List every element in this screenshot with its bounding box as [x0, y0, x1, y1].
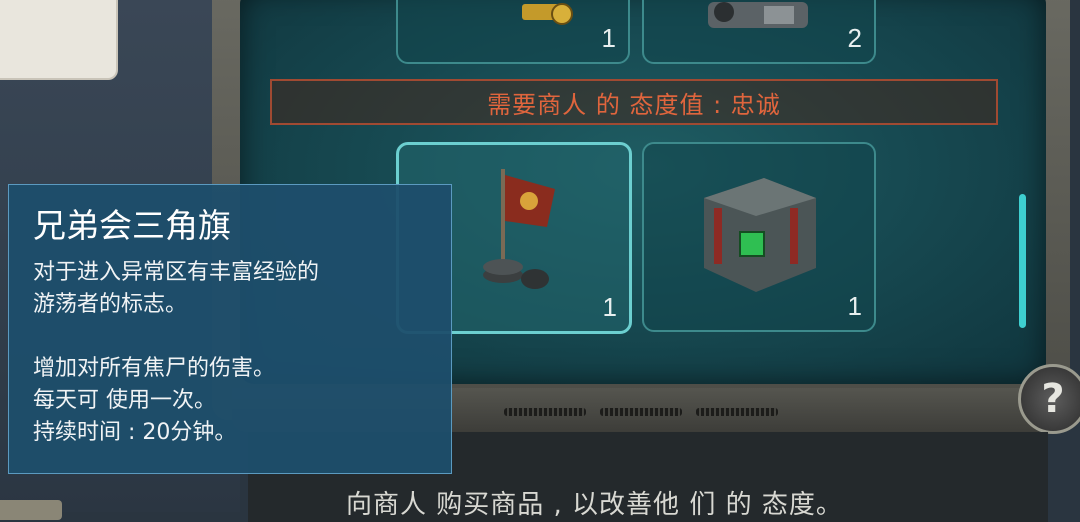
scrollbar[interactable]	[1019, 194, 1026, 328]
item-slot[interactable]: 2	[642, 0, 876, 64]
item-count: 1	[602, 292, 617, 322]
item-slot[interactable]: 1	[642, 142, 876, 332]
tooltip-usage: 每天可 使用一次。	[33, 388, 216, 413]
tooltip-description: 对于进入异常区有丰富经验的	[33, 260, 320, 285]
key-icon	[522, 3, 573, 25]
vent-grille	[504, 408, 586, 416]
tooltip-effect: 增加对所有焦尸的伤害。	[33, 356, 276, 381]
item-tooltip: 兄弟会三角旗 对于进入异常区有丰富经验的 游荡者的标志。 增加对所有焦尸的伤害。…	[8, 184, 452, 474]
left-tab[interactable]	[0, 500, 62, 520]
crate-icon	[704, 178, 816, 292]
tooltip-duration: 持续时间 : 20分钟。	[33, 420, 237, 445]
question-mark-icon: ?	[1041, 376, 1065, 422]
item-count: 2	[847, 23, 862, 53]
mechanism-icon	[708, 2, 808, 28]
item-count: 1	[847, 291, 862, 321]
footer-hint: 向商人 购买商品 , 以改善他 们 的 态度。	[346, 490, 843, 520]
vent-grille	[600, 408, 682, 416]
item-slot[interactable]: 1	[396, 0, 630, 64]
tooltip-description: 游荡者的标志。	[33, 292, 188, 317]
vent-grille	[696, 408, 778, 416]
flag-icon	[483, 169, 555, 289]
item-count: 1	[601, 23, 616, 53]
attitude-requirement-banner: 需要商人 的 态度值 : 忠诚	[270, 79, 998, 125]
tooltip-title: 兄弟会三角旗	[33, 206, 231, 245]
paper-card[interactable]	[0, 0, 118, 80]
help-button[interactable]: ?	[1018, 364, 1080, 434]
